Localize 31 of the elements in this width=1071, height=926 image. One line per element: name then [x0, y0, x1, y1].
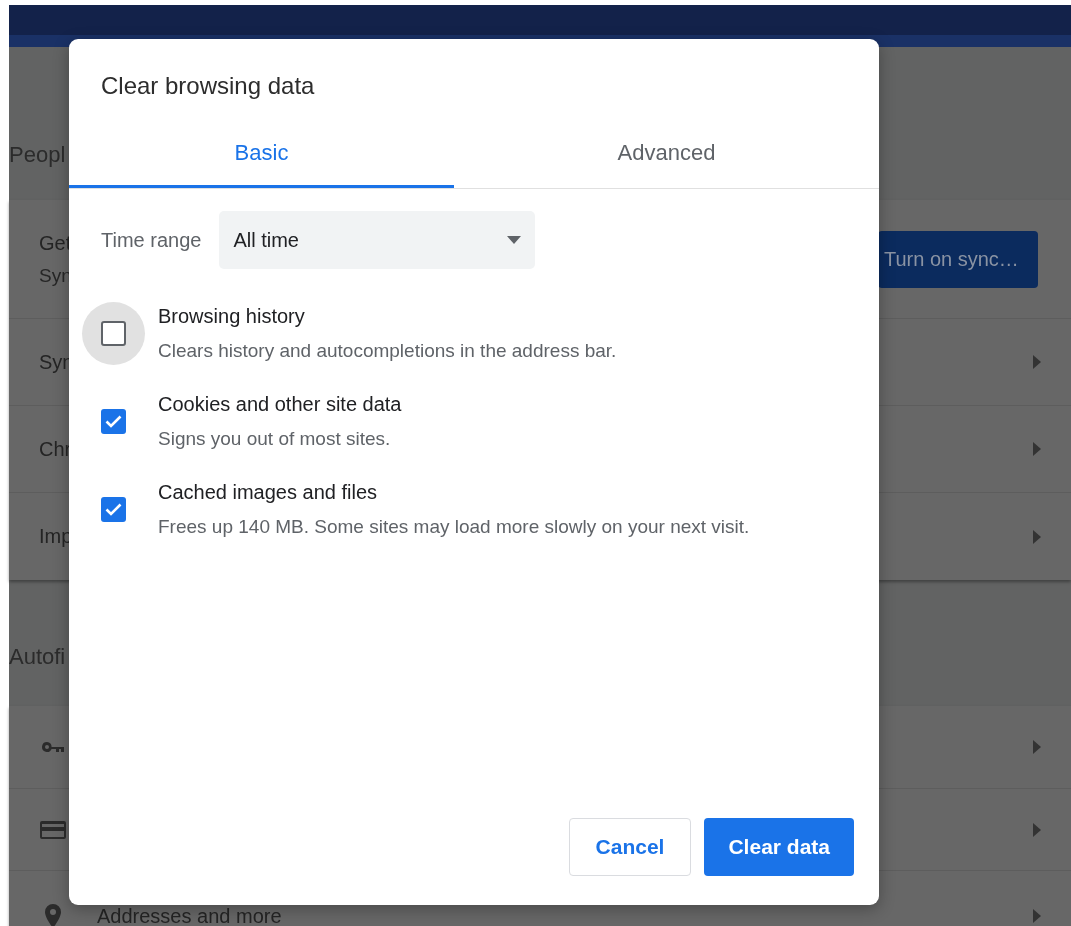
chevron-right-icon	[1033, 740, 1041, 754]
check-icon	[105, 503, 122, 516]
turn-on-sync-button[interactable]: Turn on sync…	[878, 230, 1038, 288]
option-title: Cached images and files	[158, 481, 378, 504]
check-icon	[105, 415, 122, 428]
chevron-right-icon	[1033, 908, 1041, 923]
tab[interactable]: Basic	[69, 131, 454, 188]
dialog-title: Clear browsing data	[101, 72, 316, 101]
tab[interactable]: Advanced	[454, 131, 879, 188]
row-title: Get	[39, 231, 72, 255]
option-description: Clears history and autocompletions in the address bar.	[158, 340, 617, 362]
checkbox[interactable]	[101, 321, 126, 346]
chevron-right-icon	[1033, 442, 1041, 456]
section-heading: Autofi	[9, 644, 66, 669]
checkbox[interactable]	[101, 497, 126, 522]
option-title: Browsing history	[158, 305, 306, 328]
row-title: Chr	[39, 437, 72, 461]
chevron-right-icon	[1033, 822, 1041, 837]
clear-data-button[interactable]: Clear data	[704, 818, 854, 876]
time-range-label: Time range	[101, 228, 202, 252]
option-description: Frees up 140 MB. Some sites may load more slowly on your next visit.	[158, 516, 750, 538]
checkbox[interactable]	[101, 409, 126, 434]
cancel-button[interactable]: Cancel	[568, 818, 692, 876]
row-title: Addresses and more	[97, 905, 282, 926]
option-title: Cookies and other site data	[158, 393, 402, 416]
time-range-dropdown[interactable]: All time	[219, 211, 536, 269]
section-heading: Peopl	[9, 142, 66, 167]
option-description: Signs you out of most sites.	[158, 428, 392, 450]
dropdown-caret-icon	[507, 236, 522, 244]
chevron-right-icon	[1033, 355, 1041, 369]
chevron-right-icon	[1033, 529, 1041, 544]
